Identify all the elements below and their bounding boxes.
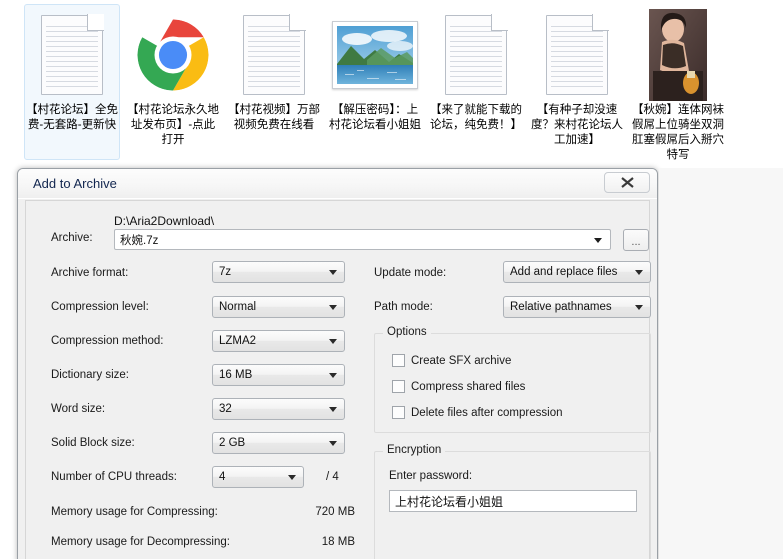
create-sfx-archive-checkbox[interactable]: Create SFX archive [392,354,511,367]
chevron-down-icon [329,441,337,446]
file-explorer-grid: 【村花论坛】全免费-无套路-更新快 【村花论坛永久地址发布页】-点此打开 [0,0,783,168]
enter-password-label: Enter password: [389,470,472,482]
cpu-threads-combobox[interactable]: 4 [212,466,304,488]
file-label: 【村花论坛永久地址发布页】-点此打开 [127,103,219,148]
archive-format-combobox[interactable]: 7z [212,261,345,283]
dialog-body: Archive: D:\Aria2Download\ 秋婉.7z ... Arc… [25,200,650,559]
solid-block-size-label: Solid Block size: [51,437,135,449]
create-sfx-archive-label: Create SFX archive [411,355,511,367]
path-mode-value: Relative pathnames [510,301,612,313]
file-label: 【村花视频】万部视频免费在线看 [228,103,320,133]
dialog-titlebar[interactable]: Add to Archive [18,169,657,199]
file-label: 【秋婉】连体网袜假屌上位骑坐双洞肛塞假屌后入掰穴特写 [632,103,724,163]
encryption-groupbox: Encryption Enter password: 上村花论坛看小姐姐 [374,451,651,559]
memory-decompressing-label: Memory usage for Decompressing: [51,536,230,548]
compression-level-value: Normal [219,301,256,313]
document-icon [41,15,103,95]
file-item[interactable]: 【村花论坛永久地址发布页】-点此打开 [125,4,221,160]
file-label: 【来了就能下载的论坛，纯免费！】 [430,103,522,133]
encryption-group-title: Encryption [383,444,445,456]
memory-decompressing-value: 18 MB [266,536,355,548]
browse-button[interactable]: ... [623,229,649,251]
password-input[interactable]: 上村花论坛看小姐姐 [389,490,637,512]
compression-method-combobox[interactable]: LZMA2 [212,330,345,352]
archive-format-label: Archive format: [51,267,128,279]
dictionary-size-combobox[interactable]: 16 MB [212,364,345,386]
compression-method-label: Compression method: [51,335,164,347]
memory-compressing-value: 720 MB [266,506,355,518]
archive-format-value: 7z [219,266,231,278]
file-item[interactable]: 【村花视频】万部视频免费在线看 [226,4,322,160]
document-icon [445,15,507,95]
checkbox-box [392,406,405,419]
archive-name-combobox[interactable]: 秋婉.7z [114,229,611,250]
dictionary-size-label: Dictionary size: [51,369,129,381]
chevron-down-icon [635,270,643,275]
compress-shared-files-checkbox[interactable]: Compress shared files [392,380,525,393]
update-mode-label: Update mode: [374,267,446,279]
archive-label: Archive: [51,232,93,244]
chevron-down-icon [635,305,643,310]
solid-block-size-value: 2 GB [219,437,245,449]
file-icon-wrap [431,9,521,101]
chevron-down-icon [329,270,337,275]
options-groupbox: Options Create SFX archive Compress shar… [374,333,651,433]
options-group-title: Options [383,326,431,338]
checkbox-box [392,354,405,367]
screen: 【村花论坛】全免费-无套路-更新快 【村花论坛永久地址发布页】-点此打开 [0,0,783,559]
chevron-down-icon [594,238,602,243]
file-icon-wrap [330,9,420,101]
chevron-down-icon [288,475,296,480]
delete-files-after-compression-label: Delete files after compression [411,407,562,419]
memory-compressing-label: Memory usage for Compressing: [51,506,218,518]
path-mode-label: Path mode: [374,301,433,313]
file-icon-wrap [633,9,723,101]
word-size-combobox[interactable]: 32 [212,398,345,420]
close-icon [621,177,634,188]
archive-path-text: D:\Aria2Download\ [114,214,214,228]
word-size-value: 32 [219,403,232,415]
chrome-icon [136,18,210,92]
cpu-threads-label: Number of CPU threads: [51,471,177,483]
photo-thumbnail-icon [332,21,418,89]
delete-files-after-compression-checkbox[interactable]: Delete files after compression [392,406,562,419]
dialog-title: Add to Archive [33,176,117,191]
file-item[interactable]: 【秋婉】连体网袜假屌上位骑坐双洞肛塞假屌后入掰穴特写 [630,4,726,164]
cpu-threads-value: 4 [219,471,225,483]
file-label: 【有种子却没速度？来村花论坛人工加速】 [531,103,623,148]
close-button[interactable] [604,172,650,193]
file-icon-wrap [532,9,622,101]
file-item[interactable]: 【有种子却没速度？来村花论坛人工加速】 [529,4,625,160]
checkbox-box [392,380,405,393]
file-icon-wrap [128,9,218,101]
file-item[interactable]: 【来了就能下载的论坛，纯免费！】 [428,4,524,160]
compress-shared-files-label: Compress shared files [411,381,525,393]
document-icon [546,15,608,95]
chevron-down-icon [329,373,337,378]
file-label: 【村花论坛】全免费-无套路-更新快 [26,103,118,133]
compression-level-combobox[interactable]: Normal [212,296,345,318]
compression-method-value: LZMA2 [219,335,256,347]
photo-portrait-icon [649,9,707,101]
file-label: 【解压密码】：上村花论坛看小姐姐 [329,103,421,133]
file-icon-wrap [229,9,319,101]
solid-block-size-combobox[interactable]: 2 GB [212,432,345,454]
dictionary-size-value: 16 MB [219,369,252,381]
document-icon [243,15,305,95]
file-item[interactable]: 【解压密码】：上村花论坛看小姐姐 [327,4,423,160]
file-item[interactable]: 【村花论坛】全免费-无套路-更新快 [24,4,120,160]
cpu-threads-max: / 4 [326,471,339,483]
update-mode-combobox[interactable]: Add and replace files [503,261,651,283]
path-mode-combobox[interactable]: Relative pathnames [503,296,651,318]
chevron-down-icon [329,305,337,310]
chevron-down-icon [329,407,337,412]
chevron-down-icon [329,339,337,344]
update-mode-value: Add and replace files [510,266,617,278]
word-size-label: Word size: [51,403,105,415]
explorer-background-right [659,168,783,559]
archive-name-value: 秋婉.7z [120,232,158,248]
add-to-archive-dialog: Add to Archive Archive: D:\Aria2Download… [17,168,658,559]
file-icon-wrap [27,9,117,101]
compression-level-label: Compression level: [51,301,149,313]
